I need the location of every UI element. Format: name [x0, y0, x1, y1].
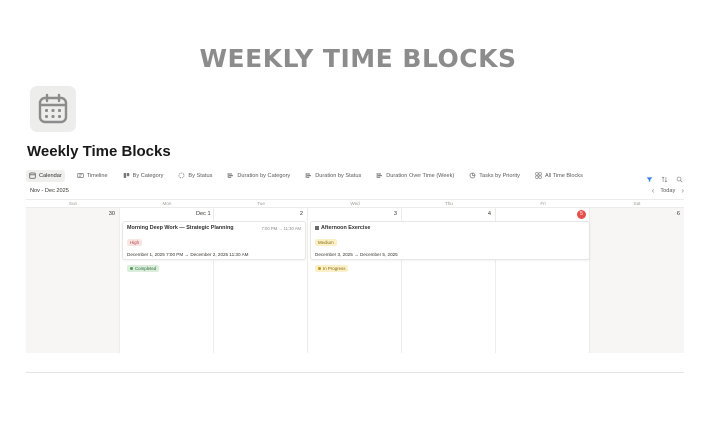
calendar-days: 30 Dec 1 2 3 4 5 6 Morning Deep Work — S… [26, 208, 684, 353]
event-date-range: December 1, 2025 7:00 PM → December 2, 2… [127, 252, 249, 257]
weekday-label: Wed [350, 201, 360, 206]
pie-chart-icon [469, 172, 476, 179]
tab-duration-by-status[interactable]: Duration by Status [302, 170, 364, 182]
timeline-icon [77, 173, 84, 178]
day-cell[interactable]: 6 [590, 208, 684, 353]
tab-tasks-by-priority[interactable]: Tasks by Priority [466, 170, 523, 182]
board-icon [123, 173, 129, 178]
bar-chart-icon [228, 173, 234, 178]
priority-badge: High [127, 239, 143, 246]
weekday-header: Sun Mon Tue Wed Thu Fri Sat [26, 199, 684, 208]
banner-title: WEEKLY TIME BLOCKS [199, 44, 517, 73]
day-number: Dec 1 [196, 211, 211, 217]
tab-label: By Status [188, 172, 213, 179]
weekday-label: Fri [540, 201, 546, 206]
calendar-nav: ‹ Today › [652, 186, 684, 195]
status-label: Completed [135, 266, 157, 271]
status-label: In Progress [323, 266, 346, 271]
tab-label: Tasks by Priority [479, 172, 520, 179]
calendar-icon [38, 93, 68, 124]
day-number: 4 [487, 211, 491, 217]
day-number: 30 [108, 211, 115, 217]
tab-calendar[interactable]: Calendar [26, 169, 65, 182]
page-icon[interactable] [30, 86, 76, 132]
event-title: Afternoon Exercise [321, 225, 371, 231]
calendar-range: Nov - Dec 2025 [30, 188, 69, 194]
tab-timeline[interactable]: Timeline [74, 170, 111, 182]
day-number: 3 [393, 211, 397, 217]
weekday-label: Sat [633, 201, 641, 206]
bar-chart-icon [376, 173, 383, 178]
weekday-label: Sun [68, 201, 78, 206]
calendar-icon [29, 172, 36, 179]
tab-duration-over-time[interactable]: Duration Over Time (Week) [373, 170, 457, 182]
divider [26, 372, 684, 373]
status-badge: In Progress [315, 265, 349, 272]
tab-duration-by-category[interactable]: Duration by Category [224, 170, 293, 182]
tab-by-category[interactable]: By Category [120, 170, 167, 182]
day-number: 6 [676, 211, 680, 217]
day-number: 2 [299, 211, 303, 217]
status-dot [130, 267, 133, 270]
tab-label: Calendar [39, 172, 62, 179]
priority-badge: Medium [315, 239, 337, 246]
gallery-icon [535, 172, 542, 179]
event-date-range: December 3, 2025 → December 5, 2025 [315, 252, 398, 257]
today-button[interactable]: Today [660, 188, 675, 194]
status-dot [318, 267, 321, 270]
tab-label: Duration by Status [315, 172, 362, 179]
event-title-row: Afternoon Exercise [315, 225, 585, 231]
today-badge: 5 [577, 210, 586, 219]
tab-label: All Time Blocks [544, 172, 583, 179]
weekday-label: Mon [162, 201, 172, 206]
page-title: Weekly Time Blocks [27, 143, 171, 160]
view-tabs: Calendar Timeline By Category By Status … [26, 169, 586, 182]
chevron-left-icon[interactable]: ‹ [652, 186, 655, 195]
event-time: 7:00 PM → 11:30 AM [261, 226, 302, 231]
tab-label: Duration Over Time (Week) [386, 172, 455, 179]
tab-label: Timeline [86, 172, 108, 179]
weekday-label: Thu [445, 201, 453, 206]
tab-label: By Category [132, 172, 164, 179]
event-card[interactable]: Afternoon Exercise Medium December 3, 20… [310, 221, 590, 272]
status-badge: Completed [127, 265, 160, 272]
tab-all-time-blocks[interactable]: All Time Blocks [532, 170, 586, 182]
chevron-right-icon[interactable]: › [681, 186, 684, 195]
event-card[interactable]: Morning Deep Work — Strategic Planning 7… [122, 221, 306, 272]
weekday-label: Tue [257, 201, 265, 206]
status-icon [179, 172, 185, 179]
event-page-icon [315, 225, 319, 230]
bar-chart-icon [305, 173, 312, 178]
tab-by-status[interactable]: By Status [175, 170, 215, 182]
day-cell[interactable]: 30 [26, 208, 120, 353]
tab-label: Duration by Category [237, 172, 291, 179]
calendar-grid: Sun Mon Tue Wed Thu Fri Sat 30 Dec 1 2 3… [26, 199, 684, 353]
